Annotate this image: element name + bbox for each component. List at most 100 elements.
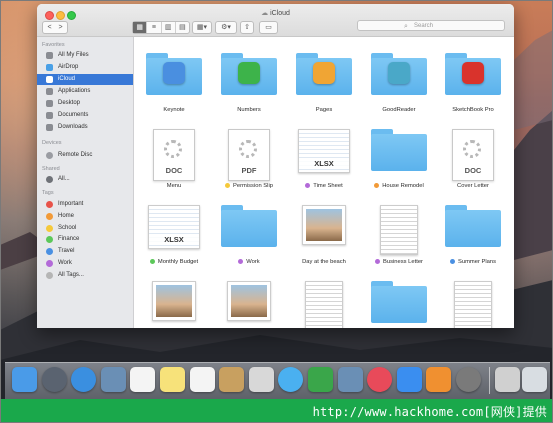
trash-icon[interactable]	[522, 367, 547, 392]
file-name: Business Letter	[364, 259, 434, 265]
tag-color-icon	[46, 248, 53, 256]
file-item[interactable]: Pages	[289, 45, 359, 121]
icloud-icon	[46, 76, 53, 83]
document-icon: DOC	[452, 129, 494, 181]
file-name-text: Time Sheet	[313, 183, 343, 190]
iphoto-icon[interactable]	[337, 367, 363, 392]
tag-dot-icon	[238, 259, 244, 264]
sidebar-tag-label: Home	[58, 212, 75, 219]
tag-dot-icon	[305, 183, 311, 188]
sidebar-item-downloads[interactable]: Downloads	[37, 122, 133, 133]
file-name-text: Numbers	[237, 107, 261, 113]
file-name: Day at the beach	[289, 259, 359, 265]
ibooks-icon[interactable]	[426, 367, 452, 392]
app-store-icon[interactable]	[396, 367, 422, 392]
photo-app-icon[interactable]	[100, 367, 126, 392]
tag-dot-icon	[449, 259, 455, 264]
facetime-icon[interactable]	[308, 367, 333, 392]
photo-thumbnail	[227, 281, 271, 321]
sidebar-tag-work[interactable]: Work	[37, 258, 133, 269]
tags-button[interactable]: ▭	[259, 21, 278, 34]
file-item[interactable]: DOC Menu	[139, 121, 209, 197]
sidebar-tag-travel[interactable]: Travel	[37, 246, 133, 257]
sidebar-item-remote-disc[interactable]: Remote Disc	[37, 150, 133, 161]
file-extension-label: DOC	[464, 166, 482, 175]
file-item[interactable]	[139, 273, 209, 328]
file-item[interactable]: GoodReader	[364, 45, 434, 121]
file-item[interactable]: Numbers	[214, 45, 284, 121]
file-item[interactable]: XLSX Time Sheet	[289, 121, 359, 197]
launchpad-icon[interactable]	[41, 367, 67, 392]
preview-icon[interactable]	[248, 367, 274, 392]
sidebar-tag-label: Important	[58, 201, 84, 207]
sidebar-item-label: All...	[58, 176, 70, 182]
file-name: Permission Slip	[214, 183, 284, 189]
sidebar-item-icloud[interactable]: iCloud	[37, 74, 133, 85]
letter-thumbnail	[454, 281, 492, 328]
sidebar-item-label: AirDrop	[58, 64, 79, 70]
nav-buttons: < >	[42, 21, 68, 34]
sidebar-item-applications[interactable]: Applications	[37, 86, 133, 97]
sidebar-tag-home[interactable]: Home	[37, 211, 133, 222]
reminders-icon[interactable]	[189, 367, 215, 392]
action-menu-button[interactable]: ⚙▾	[215, 21, 237, 34]
tag-color-icon	[46, 260, 53, 267]
search-field[interactable]: ⌕ Search	[357, 20, 505, 31]
system-preferences-icon[interactable]	[456, 367, 481, 392]
notes-icon[interactable]	[160, 367, 185, 392]
document-icon: PDF	[228, 129, 270, 181]
sidebar-tag-all-tags[interactable]: All Tags...	[37, 270, 133, 281]
arrange-menu-button[interactable]: ▦▾	[192, 21, 212, 34]
calendar-icon[interactable]	[130, 367, 156, 392]
photo-thumbnail	[302, 205, 346, 245]
file-item[interactable]	[289, 273, 359, 328]
sidebar-item-shared-all[interactable]: All...	[37, 174, 133, 185]
file-item[interactable]: PDF Permission Slip	[214, 121, 284, 197]
finder-icon[interactable]	[12, 367, 37, 392]
folder-icon	[371, 129, 427, 171]
sidebar-item-desktop[interactable]: Desktop	[37, 98, 133, 109]
file-item[interactable]: House Remodel	[364, 121, 434, 197]
contacts-icon[interactable]	[219, 367, 245, 392]
forward-button[interactable]: >	[55, 22, 66, 33]
file-item[interactable]: Business Letter	[364, 197, 434, 273]
sidebar-item-airdrop[interactable]: AirDrop	[37, 62, 133, 73]
column-view-button[interactable]: ▥	[162, 22, 176, 33]
sidebar-item-label: Documents	[58, 112, 89, 118]
sidebar-tag-finance[interactable]: Finance	[37, 234, 133, 245]
file-item[interactable]: Keynote	[139, 45, 209, 121]
file-item[interactable]: Work	[214, 197, 284, 273]
cover-flow-button[interactable]: ▤	[176, 22, 189, 33]
list-view-button[interactable]: ≡	[147, 22, 162, 33]
safari-icon[interactable]	[71, 367, 97, 392]
file-name-text: GoodReader	[382, 107, 416, 113]
file-item[interactable]	[364, 273, 434, 328]
file-item[interactable]: DOC Cover Letter	[438, 121, 508, 197]
disc-icon	[46, 152, 53, 159]
file-item[interactable]: XLSX Monthly Budget	[139, 197, 209, 273]
file-item[interactable]	[214, 273, 284, 328]
sidebar-item-documents[interactable]: Documents	[37, 110, 133, 121]
file-name-text: Pages	[315, 107, 333, 113]
file-name: Pages	[289, 107, 359, 113]
messages-icon[interactable]	[278, 367, 304, 392]
file-name: Menu	[139, 183, 209, 189]
file-name: House Remodel	[364, 183, 434, 189]
back-button[interactable]: <	[44, 22, 55, 33]
sidebar-tag-important[interactable]: Important	[37, 199, 133, 210]
downloads-stack-icon[interactable]	[495, 367, 520, 392]
share-button[interactable]: ⇧	[240, 21, 254, 34]
file-name: Summer Plans	[438, 259, 508, 265]
sidebar-tag-school[interactable]: School	[37, 223, 133, 234]
folder-icon	[221, 205, 277, 247]
title-bar[interactable]: ☁ iCloud < > ▦ ≡ ▥ ▤ ▦▾ ⚙▾ ⇧ ▭ ⌕ Search	[37, 4, 514, 37]
file-item[interactable]: SketchBook Pro	[438, 45, 508, 121]
sidebar-item-all-my-files[interactable]: All My Files	[37, 50, 133, 61]
app-folder-icon	[221, 53, 277, 95]
file-item[interactable]	[438, 273, 508, 328]
file-item[interactable]: Day at the beach	[289, 197, 359, 273]
file-item[interactable]: Summer Plans	[438, 197, 508, 273]
icon-view-button[interactable]: ▦	[133, 22, 148, 33]
itunes-icon[interactable]	[367, 367, 393, 392]
sidebar-tag-label: Finance	[58, 236, 80, 243]
